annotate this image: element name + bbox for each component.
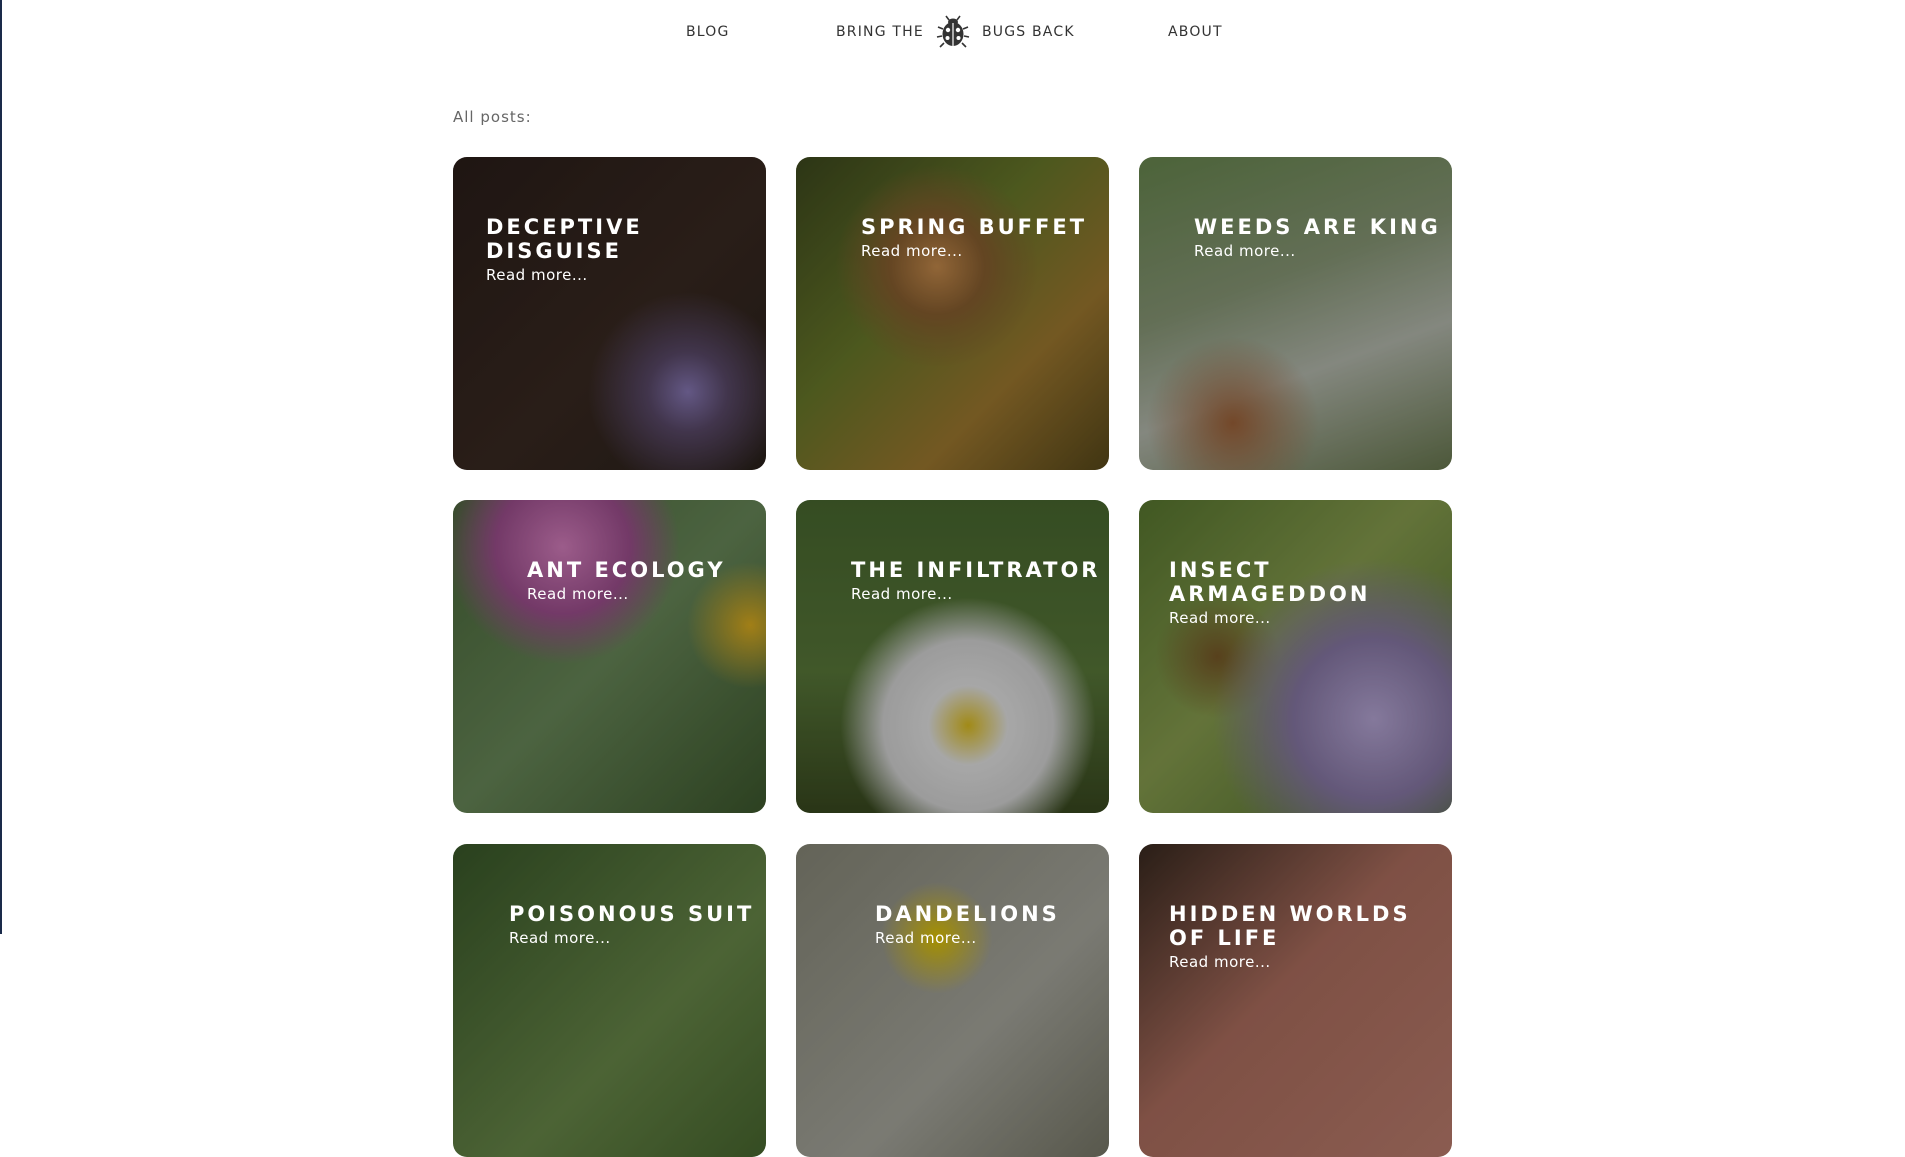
post-card[interactable]: DANDELIONS Read more...	[796, 844, 1109, 1157]
section-label: All posts:	[453, 108, 532, 126]
post-card[interactable]: THE INFILTRATOR Read more...	[796, 500, 1109, 813]
site-logo[interactable]: BRING THE BUGS BACK	[836, 14, 1075, 50]
ladybug-icon	[936, 15, 970, 48]
post-title: SPRING BUFFET	[861, 215, 1088, 239]
read-more-link[interactable]: Read more...	[1194, 242, 1441, 260]
read-more-link[interactable]: Read more...	[861, 242, 1087, 260]
post-card[interactable]: DECEPTIVE DISGUISE Read more...	[453, 157, 766, 470]
top-nav: BLOG BRING THE BUGS BACK ABOUT	[0, 0, 1905, 70]
post-card[interactable]: HIDDEN WORLDS OF LIFE Read more...	[1139, 844, 1452, 1157]
post-title: ANT ECOLOGY	[527, 558, 726, 582]
post-title: THE INFILTRATOR	[851, 558, 1101, 582]
brand-text-right: BUGS BACK	[981, 24, 1075, 40]
post-card[interactable]: SPRING BUFFET Read more...	[796, 157, 1109, 470]
post-card[interactable]: ANT ECOLOGY Read more...	[453, 500, 766, 813]
read-more-link[interactable]: Read more...	[1169, 953, 1439, 971]
post-card[interactable]: WEEDS ARE KING Read more...	[1139, 157, 1452, 470]
post-title: DANDELIONS	[875, 902, 1060, 926]
post-title: POISONOUS SUIT	[509, 902, 755, 926]
nav-blog-link[interactable]: BLOG	[686, 24, 730, 40]
post-title: WEEDS ARE KING	[1194, 215, 1441, 239]
post-title: INSECT ARMAGEDDON	[1169, 558, 1371, 606]
window-edge	[0, 0, 2, 934]
post-card[interactable]: POISONOUS SUIT Read more...	[453, 844, 766, 1157]
post-title: HIDDEN WORLDS OF LIFE	[1169, 902, 1411, 950]
read-more-link[interactable]: Read more...	[527, 585, 726, 603]
read-more-link[interactable]: Read more...	[875, 929, 1060, 947]
read-more-link[interactable]: Read more...	[851, 585, 1100, 603]
read-more-link[interactable]: Read more...	[486, 266, 766, 284]
nav-about-link[interactable]: ABOUT	[1168, 24, 1223, 40]
read-more-link[interactable]: Read more...	[509, 929, 754, 947]
read-more-link[interactable]: Read more...	[1169, 609, 1429, 627]
brand-text-left: BRING THE	[836, 24, 924, 40]
post-title: DECEPTIVE DISGUISE	[486, 215, 643, 263]
post-card[interactable]: INSECT ARMAGEDDON Read more...	[1139, 500, 1452, 813]
